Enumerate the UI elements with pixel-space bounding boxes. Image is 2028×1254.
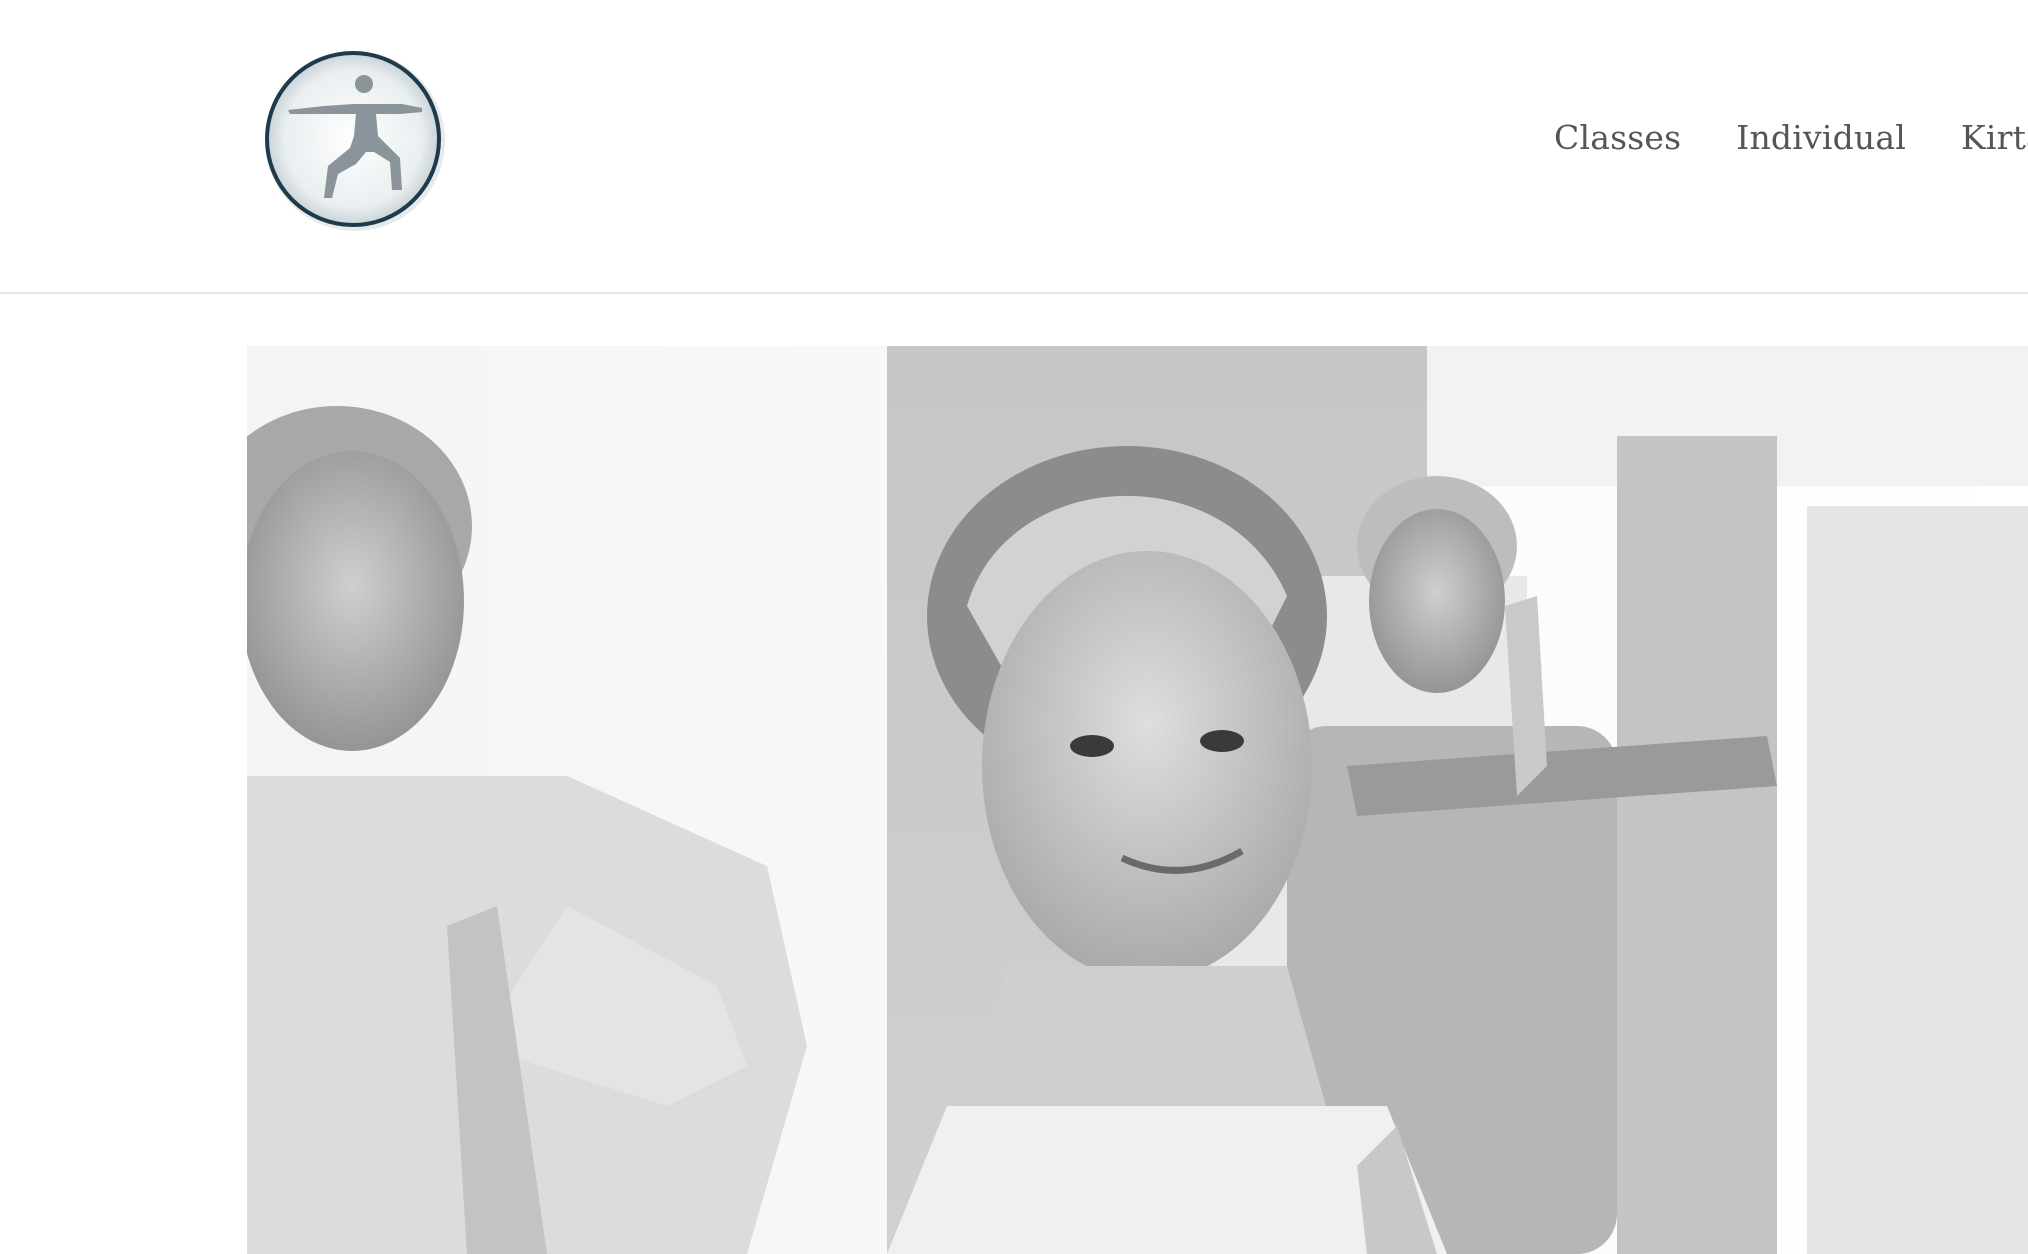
yoga-logo-icon: [265, 51, 445, 231]
site-header: Classes Individual Kirtan: [0, 0, 2028, 294]
hero-photo: [247, 346, 2028, 1254]
nav-link-classes[interactable]: Classes: [1554, 118, 1681, 157]
logo-link[interactable]: [262, 48, 448, 234]
hero-image: [247, 346, 2028, 1254]
main-nav: Classes Individual Kirtan: [1554, 118, 2028, 157]
nav-link-individual[interactable]: Individual: [1736, 118, 1906, 157]
nav-link-kirtan[interactable]: Kirtan: [1961, 118, 2028, 157]
